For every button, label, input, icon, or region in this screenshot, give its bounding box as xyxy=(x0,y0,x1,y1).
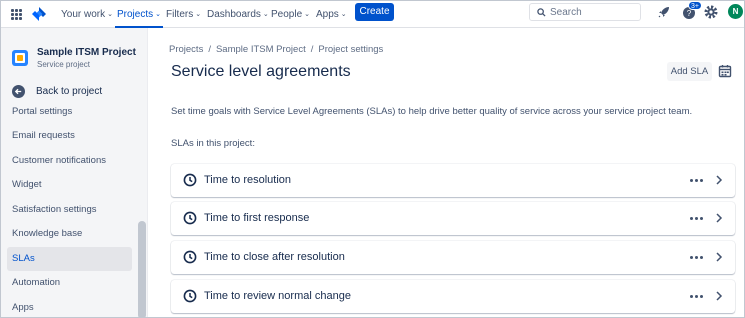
settings-icon[interactable] xyxy=(703,4,719,20)
nav-projects[interactable]: Projects ⌄ xyxy=(115,6,163,28)
jira-logo-icon[interactable] xyxy=(31,6,47,22)
sidebar-item-portal-settings[interactable]: Portal settings xyxy=(7,105,132,124)
add-sla-button[interactable]: Add SLA xyxy=(667,62,712,81)
chevron-right-icon[interactable] xyxy=(715,213,723,223)
nav-filters-label: Filters xyxy=(166,9,194,20)
chevron-right-icon[interactable] xyxy=(715,175,723,185)
breadcrumb-separator: / xyxy=(208,44,211,55)
back-to-project-label: Back to project xyxy=(36,86,103,97)
nav-apps[interactable]: Apps ⌄ xyxy=(314,6,349,24)
sidebar-item-apps[interactable]: Apps xyxy=(7,296,132,317)
sla-name: Time to resolution xyxy=(204,174,292,186)
nav-dashboards[interactable]: Dashboards ⌄ xyxy=(205,6,271,24)
sidebar-item-widget[interactable]: Widget xyxy=(7,173,132,197)
search-icon xyxy=(537,8,546,17)
settings-menu: Portal settings Email requests Customer … xyxy=(1,105,137,317)
more-actions-icon[interactable] xyxy=(690,175,704,185)
sla-name: Time to review normal change xyxy=(204,290,351,302)
svg-text:?: ? xyxy=(687,9,692,18)
nav-filters[interactable]: Filters ⌄ xyxy=(164,6,203,24)
nav-people[interactable]: People ⌄ xyxy=(269,6,312,24)
calendar-icon[interactable] xyxy=(717,63,733,79)
sla-name: Time to first response xyxy=(204,212,310,224)
more-actions-icon[interactable] xyxy=(690,213,704,223)
sidebar-item-customer-notifications[interactable]: Customer notifications xyxy=(7,149,132,173)
chevron-down-icon: ⌄ xyxy=(195,11,202,18)
chevron-down-icon: ⌄ xyxy=(155,11,161,18)
project-name: Sample ITSM Project xyxy=(37,47,136,58)
avatar[interactable]: N xyxy=(728,4,743,19)
breadcrumb-projects[interactable]: Projects xyxy=(169,44,203,55)
more-actions-icon[interactable] xyxy=(690,252,704,262)
sla-row-time-to-close-after-resolution[interactable]: Time to close after resolution xyxy=(171,241,735,274)
project-type: Service project xyxy=(37,60,90,69)
sidebar-scrollbar-thumb[interactable] xyxy=(138,221,146,317)
sidebar-item-automation[interactable]: Automation xyxy=(7,271,132,295)
breadcrumb-project-settings[interactable]: Project settings xyxy=(318,44,383,55)
nav-people-label: People xyxy=(271,9,303,20)
search-input[interactable] xyxy=(550,5,638,19)
back-to-project-link[interactable]: Back to project xyxy=(1,83,147,101)
breadcrumb-separator: / xyxy=(310,44,314,55)
sla-row-time-to-first-response[interactable]: Time to first response xyxy=(171,202,735,235)
nav-your-work[interactable]: Your work ⌄ xyxy=(59,6,115,24)
arrow-left-icon xyxy=(12,85,25,98)
more-actions-icon[interactable] xyxy=(690,291,704,301)
chevron-down-icon: ⌄ xyxy=(107,11,113,18)
clock-icon xyxy=(183,173,197,187)
sla-row-time-to-resolution[interactable]: Time to resolution xyxy=(171,164,735,197)
sla-description: Set time goals with Service Level Agreem… xyxy=(171,106,693,117)
nav-projects-label: Projects xyxy=(117,9,154,20)
page-title: Service level agreements xyxy=(171,63,351,80)
sidebar-item-satisfaction-settings[interactable]: Satisfaction settings xyxy=(7,198,132,222)
notification-badge: 3+ xyxy=(688,1,702,10)
chevron-right-icon[interactable] xyxy=(715,291,723,301)
sidebar-item-knowledge-base[interactable]: Knowledge base xyxy=(7,222,132,246)
sla-list-label: SLAs in this project: xyxy=(171,138,255,149)
sla-name: Time to close after resolution xyxy=(204,251,345,263)
app-window: Your work ⌄ Projects ⌄ Filters ⌄ Dashboards… xyxy=(0,0,745,318)
chevron-down-icon: ⌄ xyxy=(262,11,269,18)
project-avatar-icon xyxy=(12,50,28,66)
chevron-right-icon[interactable] xyxy=(715,252,723,262)
nav-apps-label: Apps xyxy=(316,9,339,20)
app-switcher-icon[interactable] xyxy=(11,9,22,20)
sidebar: Sample ITSM Project Service project Back… xyxy=(1,28,148,317)
breadcrumb: Projects / Sample ITSM Project / Project set… xyxy=(169,44,383,55)
search-box[interactable] xyxy=(529,3,641,21)
clock-icon xyxy=(183,211,197,225)
clock-icon xyxy=(183,250,197,264)
chevron-down-icon: ⌄ xyxy=(304,11,311,18)
clock-icon xyxy=(183,289,197,303)
rocket-icon[interactable] xyxy=(656,4,672,20)
nav-your-work-label: Your work xyxy=(61,9,106,20)
chevron-down-icon: ⌄ xyxy=(340,11,347,18)
nav-dashboards-label: Dashboards xyxy=(207,9,261,20)
sidebar-item-email-requests[interactable]: Email requests xyxy=(7,124,132,148)
create-button[interactable]: Create xyxy=(355,3,394,21)
breadcrumb-project[interactable]: Sample ITSM Project xyxy=(216,44,306,55)
sla-row-time-to-review-normal-change[interactable]: Time to review normal change xyxy=(171,280,735,313)
sidebar-item-slas[interactable]: SLAs xyxy=(7,247,132,271)
top-navigation: Your work ⌄ Projects ⌄ Filters ⌄ Dashboards… xyxy=(1,1,744,28)
